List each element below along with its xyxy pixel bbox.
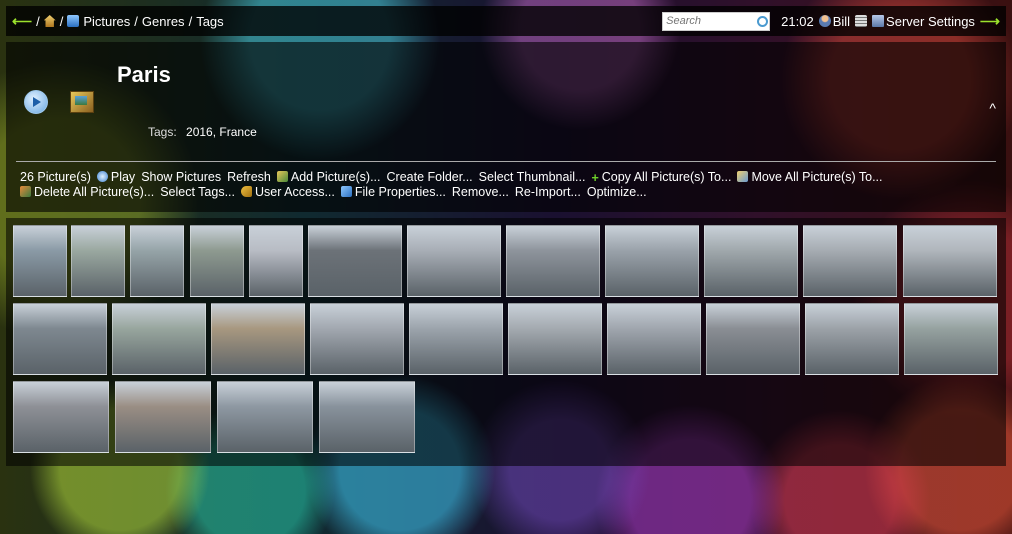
thumbnail-4[interactable] bbox=[190, 225, 244, 297]
page-title: Paris bbox=[117, 62, 171, 87]
action-2[interactable]: Show Pictures bbox=[141, 170, 221, 184]
thumbnail-10[interactable] bbox=[704, 225, 798, 297]
play-icon[interactable] bbox=[24, 90, 48, 114]
key-icon bbox=[241, 186, 252, 197]
tags-label: Tags: bbox=[148, 125, 177, 139]
action-5[interactable]: Create Folder... bbox=[387, 170, 473, 184]
folder-icon[interactable] bbox=[70, 91, 94, 113]
action-12[interactable]: File Properties... bbox=[340, 185, 446, 199]
back-arrow-icon[interactable]: ⟵ bbox=[12, 13, 32, 30]
thumbnail-grid bbox=[6, 218, 1006, 466]
thumbnail-24[interactable] bbox=[115, 381, 211, 453]
forward-arrow-icon[interactable]: ⟶ bbox=[980, 13, 1000, 30]
home-icon[interactable] bbox=[43, 15, 56, 27]
action-0: 26 Picture(s) bbox=[20, 170, 91, 184]
album-header: Paris ^ Tags: 2016, France 26 Picture(s)… bbox=[6, 42, 1006, 212]
breadcrumb-tags[interactable]: Tags bbox=[196, 14, 223, 29]
play-icon bbox=[96, 171, 108, 182]
action-11[interactable]: User Access... bbox=[241, 185, 335, 199]
user-name[interactable]: Bill bbox=[833, 14, 850, 29]
action-9[interactable]: Delete All Picture(s)... bbox=[20, 185, 154, 199]
action-3[interactable]: Refresh bbox=[227, 170, 271, 184]
thumbnail-26[interactable] bbox=[319, 381, 415, 453]
plus-icon: + bbox=[591, 171, 599, 185]
thumbnail-23[interactable] bbox=[13, 381, 109, 453]
thumbnail-16[interactable] bbox=[310, 303, 404, 375]
action-6[interactable]: Select Thumbnail... bbox=[479, 170, 586, 184]
tags-value[interactable]: 2016, France bbox=[186, 125, 257, 139]
add-picture-icon bbox=[276, 171, 288, 182]
thumbnail-6[interactable] bbox=[308, 225, 402, 297]
network-icon[interactable] bbox=[67, 15, 80, 27]
thumbnail-8[interactable] bbox=[506, 225, 600, 297]
thumbnail-9[interactable] bbox=[605, 225, 699, 297]
top-bar: ⟵ / / Pictures / Genres / Tags 21:02 Bil… bbox=[6, 6, 1006, 36]
breadcrumb-genres[interactable]: Genres bbox=[142, 14, 185, 29]
thumbnail-19[interactable] bbox=[607, 303, 701, 375]
settings-icon bbox=[872, 15, 885, 27]
search-icon[interactable] bbox=[757, 15, 769, 27]
thumbnail-11[interactable] bbox=[803, 225, 897, 297]
server-icon[interactable] bbox=[855, 15, 868, 27]
thumbnail-25[interactable] bbox=[217, 381, 313, 453]
delete-icon bbox=[20, 186, 31, 197]
search-input[interactable] bbox=[663, 13, 758, 29]
thumbnail-5[interactable] bbox=[249, 225, 303, 297]
thumbnail-3[interactable] bbox=[130, 225, 184, 297]
thumbnail-22[interactable] bbox=[904, 303, 998, 375]
thumbnail-21[interactable] bbox=[805, 303, 899, 375]
thumbnail-7[interactable] bbox=[407, 225, 501, 297]
action-8[interactable]: Move All Picture(s) To... bbox=[737, 170, 883, 184]
properties-icon bbox=[340, 186, 352, 197]
move-icon bbox=[737, 171, 749, 182]
action-10[interactable]: Select Tags... bbox=[160, 185, 235, 199]
action-1[interactable]: Play bbox=[96, 170, 135, 184]
thumbnail-1[interactable] bbox=[13, 225, 67, 297]
collapse-button[interactable]: ^ bbox=[989, 100, 996, 116]
action-15[interactable]: Optimize... bbox=[587, 185, 647, 199]
thumbnail-20[interactable] bbox=[706, 303, 800, 375]
search-box bbox=[662, 11, 771, 31]
action-7[interactable]: + Copy All Picture(s) To... bbox=[591, 170, 731, 185]
action-bar: 26 Picture(s) Play Show Pictures Refresh Add… bbox=[20, 170, 992, 200]
server-settings-link[interactable]: Server Settings bbox=[886, 14, 975, 29]
action-4[interactable]: Add Picture(s)... bbox=[276, 170, 381, 184]
thumbnail-18[interactable] bbox=[508, 303, 602, 375]
thumbnail-2[interactable] bbox=[71, 225, 125, 297]
breadcrumb-pictures[interactable]: Pictures bbox=[83, 14, 130, 29]
breadcrumb: ⟵ / / Pictures / Genres / Tags bbox=[12, 12, 224, 30]
thumbnail-13[interactable] bbox=[13, 303, 107, 375]
thumbnail-12[interactable] bbox=[903, 225, 997, 297]
thumbnail-14[interactable] bbox=[112, 303, 206, 375]
divider bbox=[16, 161, 996, 162]
action-14[interactable]: Re-Import... bbox=[515, 185, 581, 199]
thumbnail-15[interactable] bbox=[211, 303, 305, 375]
tags-row: Tags: 2016, France bbox=[148, 125, 257, 139]
user-icon bbox=[818, 15, 831, 27]
thumbnail-17[interactable] bbox=[409, 303, 503, 375]
clock: 21:02 bbox=[781, 13, 814, 29]
action-13[interactable]: Remove... bbox=[452, 185, 509, 199]
